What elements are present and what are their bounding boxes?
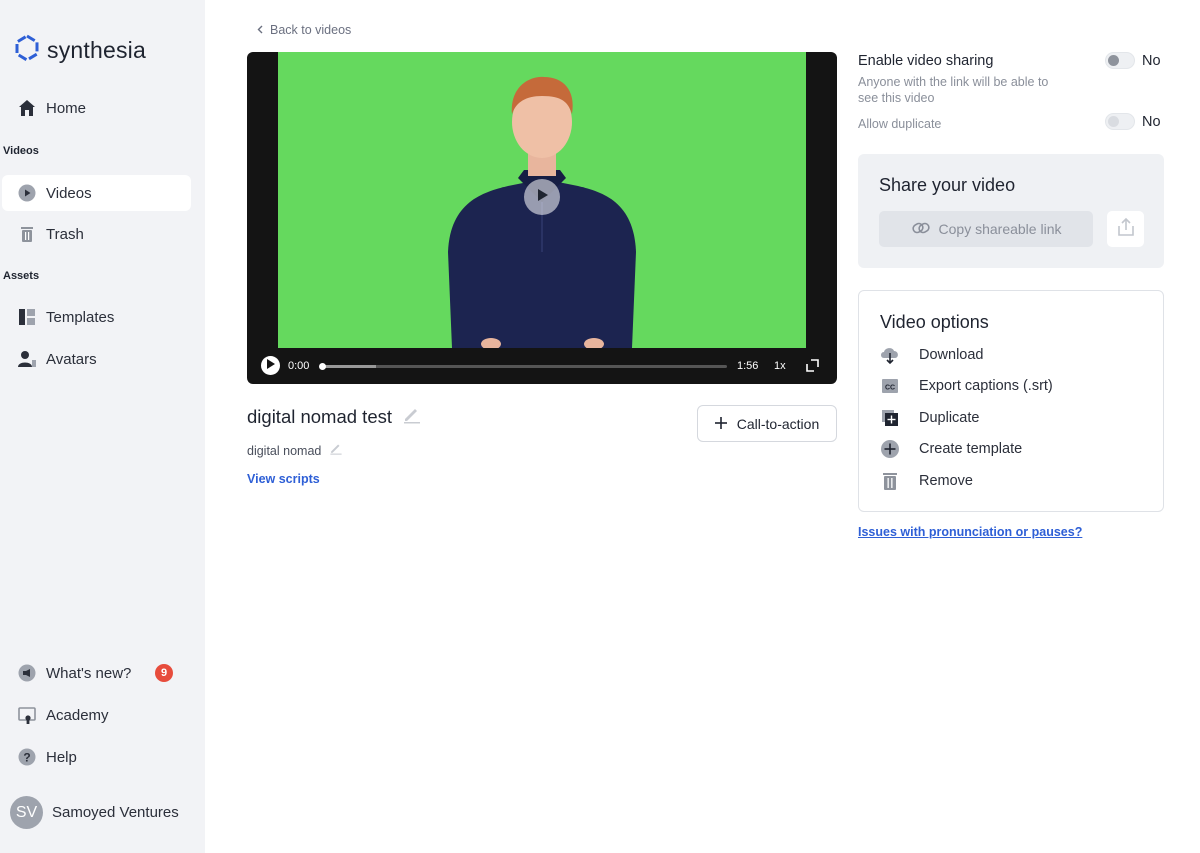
current-time: 0:00 <box>288 360 310 372</box>
duplicate-icon <box>880 408 900 428</box>
sidebar-item-help[interactable]: ? Help <box>2 739 191 775</box>
video-player[interactable]: 0:00 1:56 1x <box>247 52 837 384</box>
fullscreen-icon[interactable] <box>806 359 819 375</box>
remove-option[interactable]: Remove <box>880 469 973 493</box>
copy-link-button[interactable]: Copy shareable link <box>879 211 1093 247</box>
pronunciation-issues-link[interactable]: Issues with pronunciation or pauses? <box>858 525 1082 539</box>
logo[interactable]: synthesia <box>13 34 146 67</box>
plus-circle-icon <box>880 439 900 459</box>
captions-icon: CC <box>880 376 900 396</box>
share-title: Share your video <box>879 175 1016 195</box>
svg-text:?: ? <box>23 751 30 765</box>
sidebar-item-label: Videos <box>46 184 92 202</box>
chevron-left-icon <box>257 23 263 37</box>
user-icon <box>18 350 36 368</box>
export-captions-option[interactable]: CC Export captions (.srt) <box>880 374 1053 398</box>
player-controls: 0:00 1:56 1x <box>247 348 837 384</box>
sidebar-item-label: Home <box>46 99 87 117</box>
megaphone-icon <box>18 664 36 682</box>
option-label: Remove <box>919 473 973 489</box>
option-label: Export captions (.srt) <box>919 378 1053 394</box>
share-upload-icon <box>1117 217 1135 242</box>
allow-duplicate-label: Allow duplicate <box>858 117 942 131</box>
sidebar-item-academy[interactable]: Academy <box>2 697 191 733</box>
edit-pencil-icon[interactable] <box>402 404 422 429</box>
sidebar-item-videos[interactable]: Videos <box>2 175 191 211</box>
share-card: Share your video Copy shareable link <box>858 154 1164 268</box>
sidebar-item-trash[interactable]: Trash <box>2 216 191 252</box>
sidebar-item-avatars[interactable]: Avatars <box>2 341 191 377</box>
video-subtitle: digital nomad <box>247 443 322 458</box>
synthesia-logo-icon <box>13 34 41 67</box>
enable-sharing-label: Enable video sharing <box>858 53 994 69</box>
play-icon <box>266 359 275 372</box>
duplicate-toggle[interactable] <box>1105 113 1135 130</box>
duplicate-option[interactable]: Duplicate <box>880 406 979 430</box>
sidebar-item-label: Templates <box>46 308 115 326</box>
sidebar-item-label: Help <box>46 748 77 766</box>
option-label: Create template <box>919 441 1023 457</box>
create-template-option[interactable]: Create template <box>880 437 1022 461</box>
option-label: Download <box>919 347 984 363</box>
sidebar-item-home[interactable]: Home <box>2 90 191 126</box>
sidebar-item-label: Trash <box>46 225 84 243</box>
duplicate-value: No <box>1142 114 1161 130</box>
video-options-card: Video options Download CC Export caption… <box>858 290 1164 512</box>
seek-handle[interactable] <box>319 363 326 370</box>
link-icon <box>911 218 931 241</box>
trash-icon <box>18 225 36 243</box>
sidebar: synthesia Home Videos Videos Trash Asset… <box>0 0 205 853</box>
back-label: Back to videos <box>270 23 352 37</box>
video-title-row: digital nomad test <box>247 404 422 429</box>
section-label-assets: Assets <box>3 270 40 282</box>
download-option[interactable]: Download <box>880 343 984 367</box>
svg-text:CC: CC <box>885 385 895 392</box>
sharing-value: No <box>1142 53 1161 69</box>
play-icon <box>534 187 550 208</box>
video-subtitle-row: digital nomad <box>247 441 343 460</box>
sidebar-item-label: Avatars <box>46 350 97 368</box>
toggle-knob <box>1108 116 1119 127</box>
copy-link-label: Copy shareable link <box>938 221 1062 237</box>
sidebar-item-templates[interactable]: Templates <box>2 299 191 335</box>
play-circle-icon <box>18 184 36 202</box>
edit-pencil-icon[interactable] <box>329 441 343 460</box>
user-profile[interactable]: SV Samoyed Ventures <box>10 796 179 829</box>
trash-icon <box>880 471 900 491</box>
call-to-action-button[interactable]: Call-to-action <box>697 405 837 442</box>
options-title: Video options <box>880 312 989 332</box>
duration: 1:56 <box>737 360 759 372</box>
play-button[interactable] <box>261 356 280 375</box>
enable-sharing-description: Anyone with the link will be able to see… <box>858 75 1049 105</box>
video-title: digital nomad test <box>247 405 393 427</box>
user-name: Samoyed Ventures <box>52 804 179 821</box>
sidebar-item-label: What's new? <box>46 664 132 682</box>
toggle-knob <box>1108 55 1119 66</box>
sidebar-item-whats-new[interactable]: What's new? 9 <box>2 655 191 691</box>
academy-icon <box>18 706 36 724</box>
play-overlay-button[interactable] <box>524 179 560 215</box>
sharing-toggle[interactable] <box>1105 52 1135 69</box>
seek-bar[interactable] <box>319 363 727 370</box>
sidebar-item-label: Academy <box>46 706 109 724</box>
section-label-videos: Videos <box>3 145 39 157</box>
back-to-videos-link[interactable]: Back to videos <box>257 23 351 37</box>
cloud-download-icon <box>880 345 900 365</box>
avatar: SV <box>10 796 43 829</box>
view-scripts-link[interactable]: View scripts <box>247 472 320 486</box>
help-icon: ? <box>18 748 36 766</box>
home-icon <box>18 99 36 117</box>
cta-label: Call-to-action <box>736 415 820 432</box>
seek-buffered <box>321 365 376 368</box>
brand-name: synthesia <box>47 37 146 63</box>
playback-speed-button[interactable]: 1x <box>774 360 786 372</box>
templates-icon <box>18 308 36 326</box>
plus-icon <box>714 416 727 432</box>
notification-badge: 9 <box>155 664 173 682</box>
option-label: Duplicate <box>919 410 980 426</box>
share-upload-button[interactable] <box>1107 211 1144 247</box>
